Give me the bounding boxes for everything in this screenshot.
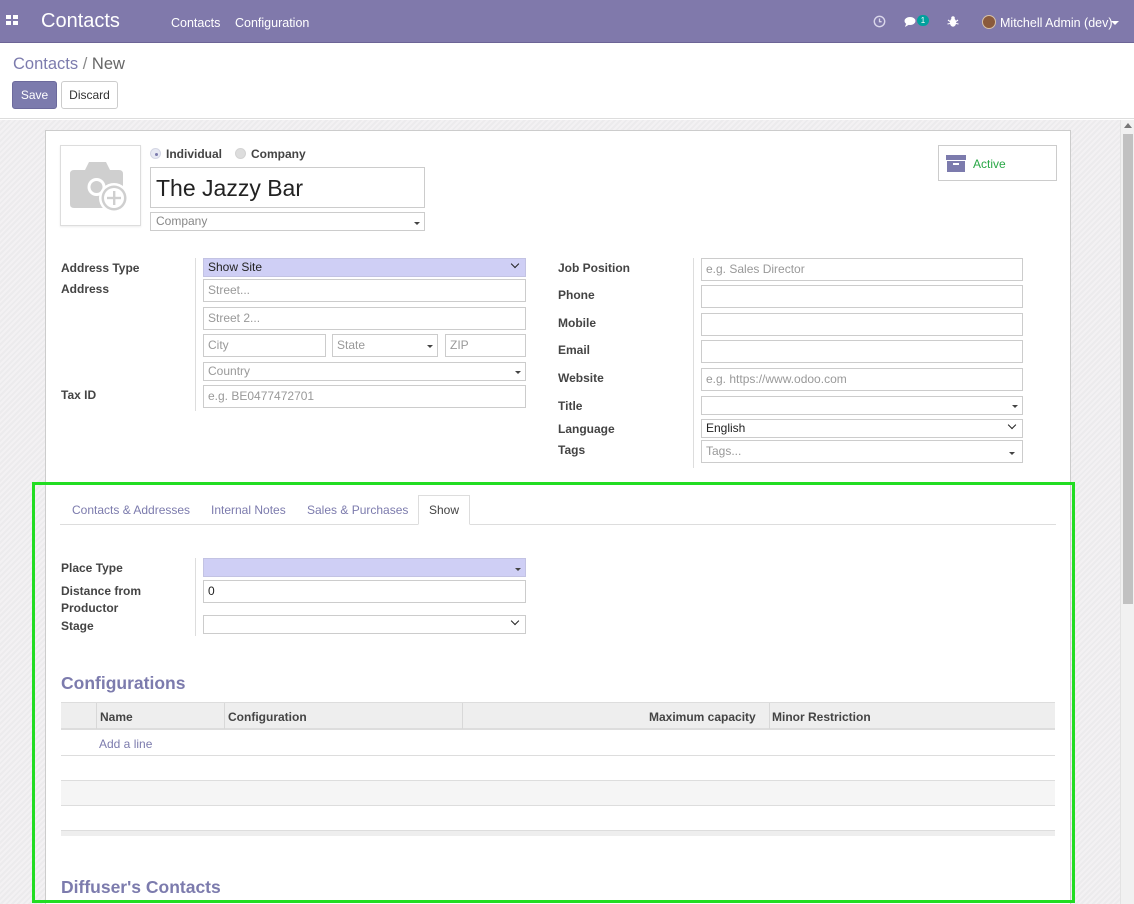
breadcrumb-parent-link[interactable]: Contacts [13,55,78,73]
place-type-select[interactable] [203,558,526,577]
control-panel: Contacts / New Save Discard [0,43,1134,119]
top-navbar: Contacts Contacts Configuration 1 Mitche… [0,0,1134,43]
mobile-input[interactable] [701,313,1023,336]
menu-configuration[interactable]: Configuration [235,16,309,30]
camera-plus-icon [70,162,129,213]
breadcrumb-current: New [91,55,125,73]
tags-input[interactable]: Tags... [701,440,1023,463]
country-caret-icon[interactable] [515,371,521,374]
active-status-label: Active [973,157,1006,171]
show-group-divider [195,558,196,636]
breadcrumb: Contacts / New [13,55,125,74]
save-button[interactable]: Save [12,81,57,109]
type-company-label[interactable]: Company [251,147,306,161]
tab-internal-notes[interactable]: Internal Notes [211,503,286,517]
left-group-divider [195,258,196,411]
mobile-label: Mobile [558,316,596,330]
configurations-table-header: Name Configuration Maximum capacity Mino… [61,702,1055,730]
tabs-divider [60,524,1056,525]
user-avatar[interactable] [982,15,996,29]
phone-input[interactable] [701,285,1023,308]
breadcrumb-separator: / [82,55,88,73]
contact-image-upload[interactable] [60,145,141,226]
active-status-button[interactable]: Active [938,145,1057,181]
city-input[interactable]: City [203,334,326,357]
activity-clock-icon[interactable] [873,15,886,28]
scrollbar-thumb[interactable] [1123,134,1133,604]
column-configuration[interactable]: Configuration [228,710,307,724]
app-grid-icon[interactable] [6,15,20,27]
archive-box-icon [946,155,966,172]
tags-label: Tags [558,443,586,457]
column-minor-restriction[interactable]: Minor Restriction [772,710,871,724]
state-caret-icon[interactable] [427,345,433,348]
distance-label-line1: Distance from [61,584,142,598]
right-group-divider [693,258,694,468]
type-company-radio[interactable] [235,148,246,159]
stage-select[interactable] [203,615,526,634]
title-label: Title [558,399,583,413]
title-caret-icon[interactable] [1012,405,1018,408]
distance-input[interactable]: 0 [203,580,526,603]
address-type-select[interactable]: Show Site [203,258,526,277]
app-title: Contacts [41,10,120,32]
column-maximum-capacity[interactable]: Maximum capacity [649,710,756,724]
stage-label: Stage [61,619,94,633]
website-input[interactable]: e.g. https://www.odoo.com [701,368,1023,391]
website-label: Website [558,371,604,385]
address-type-label: Address Type [61,261,140,275]
email-input[interactable] [701,340,1023,363]
discard-button[interactable]: Discard [61,81,118,109]
title-select[interactable] [701,396,1023,415]
tags-caret-icon[interactable] [1009,452,1015,455]
tab-show[interactable]: Show [418,495,470,525]
place-type-label: Place Type [61,561,123,575]
page-scrollbar[interactable] [1120,120,1134,904]
menu-contacts[interactable]: Contacts [171,16,220,30]
company-caret-icon[interactable] [414,222,420,225]
type-individual-label[interactable]: Individual [166,147,222,161]
language-label: Language [558,422,615,436]
message-count-badge: 1 [917,15,929,26]
table-row-border [61,805,1055,806]
type-individual-radio[interactable] [150,148,161,159]
job-position-label: Job Position [558,261,630,275]
configurations-table-footer [61,830,1055,836]
zip-input[interactable]: ZIP [445,334,526,357]
debug-bug-icon[interactable] [947,15,959,28]
company-select[interactable]: Company [150,212,425,231]
language-select[interactable]: English [701,419,1023,438]
user-menu[interactable]: Mitchell Admin (dev) [1000,16,1113,30]
phone-label: Phone [558,288,595,302]
user-menu-caret-icon[interactable] [1111,21,1119,25]
diffusers-contacts-title: Diffuser's Contacts [61,877,221,897]
scroll-up-arrow-icon[interactable] [1124,123,1132,128]
contact-name-input[interactable]: The Jazzy Bar [150,167,425,208]
table-row-border [61,780,1055,781]
configurations-title: Configurations [61,673,186,693]
tax-id-label: Tax ID [61,388,97,402]
tab-sales-purchases[interactable]: Sales & Purchases [307,503,408,517]
table-row [61,755,1055,756]
column-name[interactable]: Name [100,710,133,724]
tax-id-input[interactable]: e.g. BE0477472701 [203,385,526,408]
street-input[interactable]: Street... [203,279,526,302]
street2-input[interactable]: Street 2... [203,307,526,330]
table-row [61,780,1055,805]
email-label: Email [558,343,591,357]
add-line-link[interactable]: Add a line [99,737,152,751]
distance-label-line2: Productor [61,601,119,615]
address-label: Address [61,282,110,296]
job-position-input[interactable]: e.g. Sales Director [701,258,1023,281]
state-select[interactable]: State [332,334,438,357]
tab-contacts-addresses[interactable]: Contacts & Addresses [72,503,190,517]
place-type-caret-icon[interactable] [515,568,521,571]
country-select[interactable]: Country [203,362,526,381]
